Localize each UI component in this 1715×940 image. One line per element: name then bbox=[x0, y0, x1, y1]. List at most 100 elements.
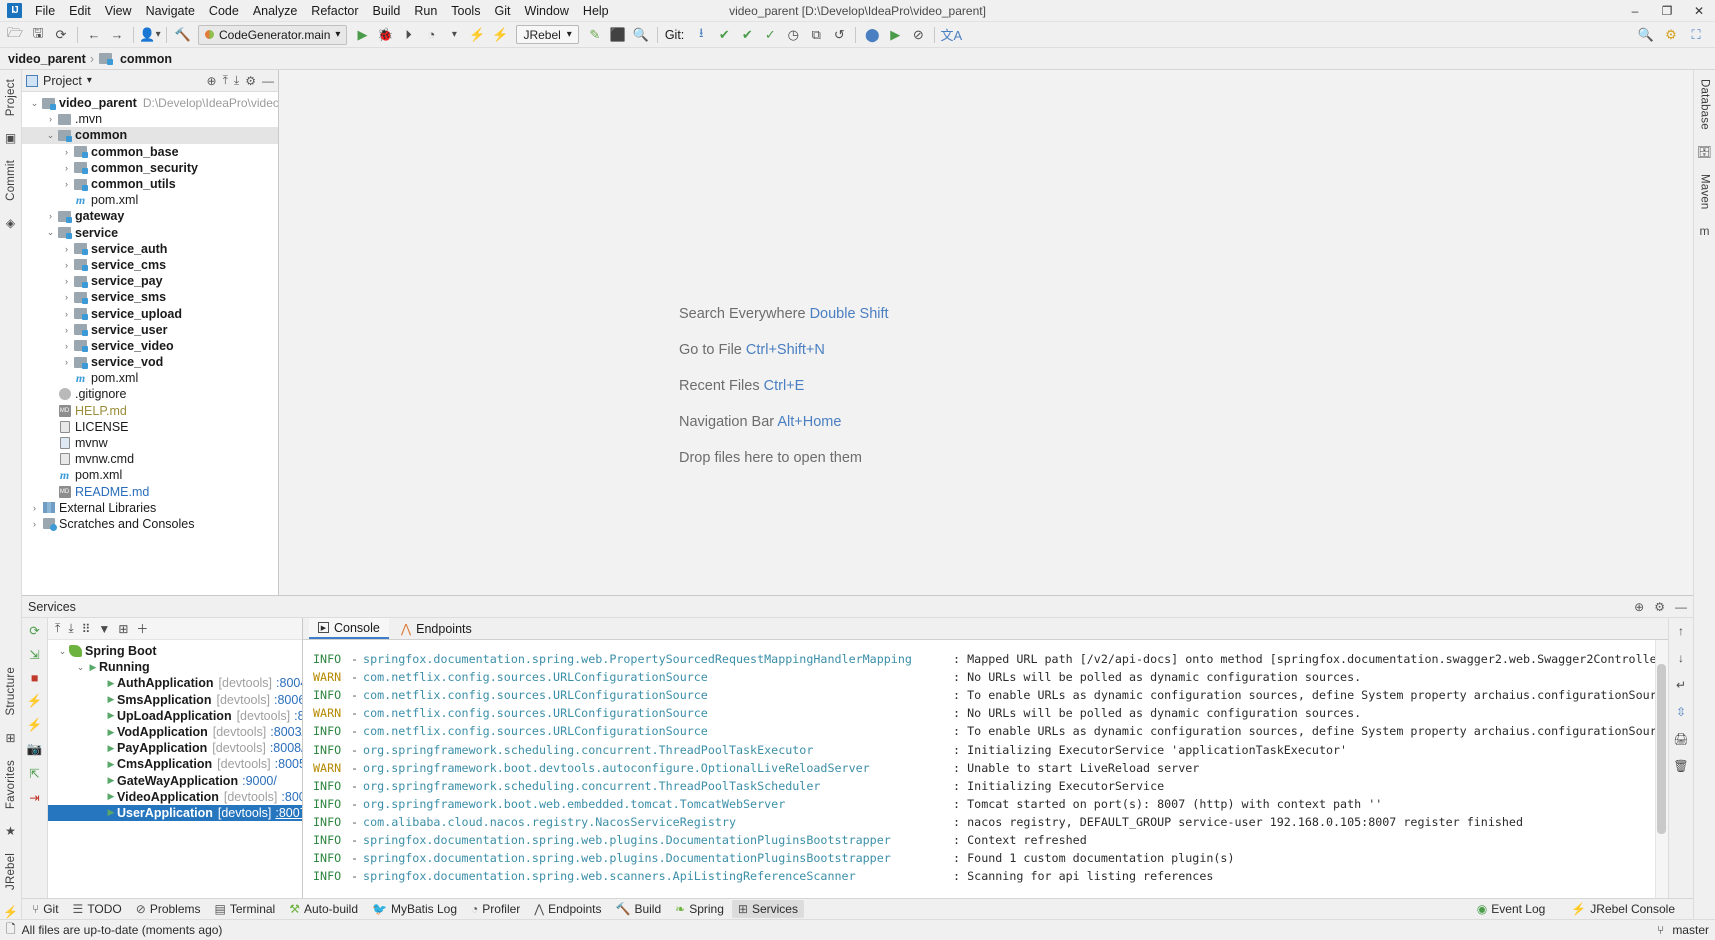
tree-expand-arrow[interactable]: › bbox=[60, 276, 73, 286]
service-port-link[interactable]: :8003/ bbox=[270, 725, 302, 739]
service-port-link[interactable]: :9000/ bbox=[242, 774, 277, 788]
update-project-icon[interactable]: ⭳ bbox=[690, 24, 712, 46]
tree-expand-arrow[interactable]: › bbox=[60, 260, 73, 270]
settings-gear-icon[interactable]: ⚙ bbox=[1660, 24, 1682, 46]
commit-check-icon[interactable]: ✔ bbox=[713, 24, 735, 46]
menu-build[interactable]: Build bbox=[366, 2, 408, 20]
tree-expand-arrow[interactable]: › bbox=[60, 147, 73, 157]
debug-icon[interactable]: 🐞 bbox=[374, 24, 396, 46]
run-service-icon[interactable]: ⚡ bbox=[27, 694, 43, 709]
account-icon[interactable]: ⛶ bbox=[1685, 24, 1707, 46]
project-tree-row[interactable]: · mvnw bbox=[22, 435, 278, 451]
tree-expand-arrow[interactable]: ⌄ bbox=[56, 646, 69, 657]
expand-all-icon[interactable]: ⤒ bbox=[55, 621, 60, 636]
tree-expand-arrow[interactable]: · bbox=[44, 470, 57, 480]
service-tree-row[interactable]: ▶CmsApplication [devtools]:8005/ bbox=[48, 756, 302, 772]
forward-arrow-icon[interactable]: → bbox=[106, 24, 128, 46]
project-tree-row[interactable]: › service_video bbox=[22, 338, 278, 354]
tree-expand-arrow[interactable]: › bbox=[44, 211, 57, 221]
tree-expand-arrow[interactable]: › bbox=[60, 357, 73, 367]
history-icon[interactable]: ◷ bbox=[782, 24, 804, 46]
project-tree-row[interactable]: › service_pay bbox=[22, 273, 278, 289]
maximize-button[interactable]: ❐ bbox=[1651, 0, 1683, 22]
menu-window[interactable]: Window bbox=[517, 2, 575, 20]
translate-icon[interactable]: 文A bbox=[940, 24, 962, 46]
project-tree-row[interactable]: · LICENSE bbox=[22, 419, 278, 435]
tree-expand-arrow[interactable]: › bbox=[60, 309, 73, 319]
breadcrumb-root[interactable]: video_parent bbox=[8, 52, 86, 66]
locate-icon[interactable]: ⊕ bbox=[207, 74, 217, 88]
service-tree-row[interactable]: ⌄ ▶ Running bbox=[48, 659, 302, 675]
project-tree-row[interactable]: ⌄ service bbox=[22, 225, 278, 241]
scroll-up-icon[interactable]: ↑ bbox=[1678, 624, 1684, 638]
scroll-down-icon[interactable]: ↓ bbox=[1678, 651, 1684, 665]
project-tree-row[interactable]: › service_auth bbox=[22, 241, 278, 257]
hide-icon[interactable]: — bbox=[1675, 600, 1687, 614]
tool-window-services[interactable]: ⊞ Services bbox=[731, 900, 804, 918]
tree-expand-arrow[interactable]: · bbox=[60, 373, 73, 383]
service-port-link[interactable]: :8008/ bbox=[270, 741, 302, 755]
scroll-end-icon[interactable]: ⇳ bbox=[1676, 705, 1686, 719]
sidebar-tab-jrebel[interactable]: JRebel bbox=[5, 850, 17, 893]
exit-icon[interactable]: ⇥ bbox=[29, 790, 39, 805]
tool-window-git[interactable]: ⑂ Git bbox=[26, 900, 65, 918]
project-tree-row[interactable]: ·MDREADME.md bbox=[22, 484, 278, 500]
print-icon[interactable]: 🖨 bbox=[1673, 732, 1688, 746]
sidebar-tab-favorites[interactable]: Favorites bbox=[5, 757, 17, 812]
tool-window-auto-build[interactable]: ⚒ Auto-build bbox=[283, 900, 364, 918]
menu-refactor[interactable]: Refactor bbox=[304, 2, 365, 20]
tool-window-terminal[interactable]: ▤ Terminal bbox=[209, 900, 282, 918]
project-panel-icon[interactable]: ▣ bbox=[5, 131, 16, 145]
push-alt-icon[interactable]: ✓ bbox=[759, 24, 781, 46]
structure-icon[interactable]: ⊞ bbox=[5, 731, 15, 745]
tree-expand-arrow[interactable]: ⌄ bbox=[28, 98, 41, 109]
run-configuration-selector[interactable]: CodeGenerator.main ▾ bbox=[198, 24, 348, 45]
rollback-icon[interactable]: ↺ bbox=[828, 24, 850, 46]
tool-window-build[interactable]: 🔨 Build bbox=[610, 900, 668, 918]
tree-expand-arrow[interactable]: · bbox=[44, 406, 57, 416]
tool-window-jrebel-console[interactable]: ⚡ JRebel Console bbox=[1565, 900, 1681, 918]
jrebel-run-icon[interactable]: ⚡ bbox=[466, 24, 488, 46]
menu-analyze[interactable]: Analyze bbox=[246, 2, 304, 20]
tree-expand-arrow[interactable]: › bbox=[60, 325, 73, 335]
save-icon[interactable]: 🖫 bbox=[27, 24, 49, 46]
service-port-link[interactable]: :8004/ bbox=[276, 676, 302, 690]
tree-expand-arrow[interactable]: › bbox=[60, 244, 73, 254]
close-button[interactable]: ✕ bbox=[1683, 0, 1715, 22]
project-tree-row[interactable]: › service_upload bbox=[22, 305, 278, 321]
project-tree-row[interactable]: › common_utils bbox=[22, 176, 278, 192]
tree-expand-arrow[interactable]: › bbox=[28, 503, 41, 513]
back-arrow-icon[interactable]: ← bbox=[83, 24, 105, 46]
expand-all-icon[interactable]: ⤒ bbox=[223, 73, 228, 88]
project-tree-row[interactable]: › service_sms bbox=[22, 289, 278, 305]
build-hammer-icon[interactable]: 🔨 bbox=[172, 24, 194, 46]
menu-git[interactable]: Git bbox=[487, 2, 517, 20]
tool-window-spring[interactable]: ❧ Spring bbox=[669, 900, 730, 918]
debug-rerun-icon[interactable]: ⇲ bbox=[29, 647, 39, 662]
console-output[interactable]: INFO - springfox.documentation.spring.web.… bbox=[303, 640, 1668, 898]
search-icon[interactable]: 🔍 bbox=[1635, 24, 1657, 46]
jrebel-strip-icon[interactable]: ⚡ bbox=[3, 905, 18, 919]
project-tree-row[interactable]: ⌄ common bbox=[22, 127, 278, 144]
tool-window-todo[interactable]: ☰ TODO bbox=[67, 900, 128, 918]
service-port-link[interactable]: :8007/ bbox=[275, 806, 302, 820]
collapse-all-icon[interactable]: ⤓ bbox=[68, 621, 73, 636]
trash-icon[interactable]: 🗑 bbox=[1673, 759, 1688, 773]
run-with-coverage-icon[interactable]: ⏵ bbox=[397, 24, 419, 46]
service-tree-row[interactable]: ▶VideoApplication [devtools]:8001/ bbox=[48, 789, 302, 805]
add-icon[interactable]: ＋ bbox=[136, 620, 148, 637]
collapse-all-icon[interactable]: ⤓ bbox=[234, 73, 239, 88]
settings-gear-icon[interactable]: ⊕ bbox=[1634, 600, 1644, 614]
chevron-down-icon[interactable]: ▾ bbox=[87, 75, 92, 86]
project-tree-row[interactable]: ·m pom.xml bbox=[22, 370, 278, 386]
tool-window-endpoints[interactable]: ⋀ Endpoints bbox=[528, 900, 607, 918]
tree-expand-arrow[interactable]: · bbox=[44, 389, 57, 399]
record-icon[interactable]: ⬛ bbox=[607, 24, 629, 46]
project-tree-row[interactable]: › .mvn bbox=[22, 111, 278, 127]
run-icon[interactable]: ▶ bbox=[351, 24, 373, 46]
project-tree-row[interactable]: ·MDHELP.md bbox=[22, 403, 278, 419]
tree-expand-arrow[interactable]: › bbox=[28, 519, 41, 529]
screenshot-icon[interactable]: 📷 bbox=[27, 742, 43, 757]
service-tree-row[interactable]: ▶AuthApplication [devtools]:8004/ bbox=[48, 675, 302, 691]
stop-icon[interactable]: ■ bbox=[31, 671, 39, 685]
